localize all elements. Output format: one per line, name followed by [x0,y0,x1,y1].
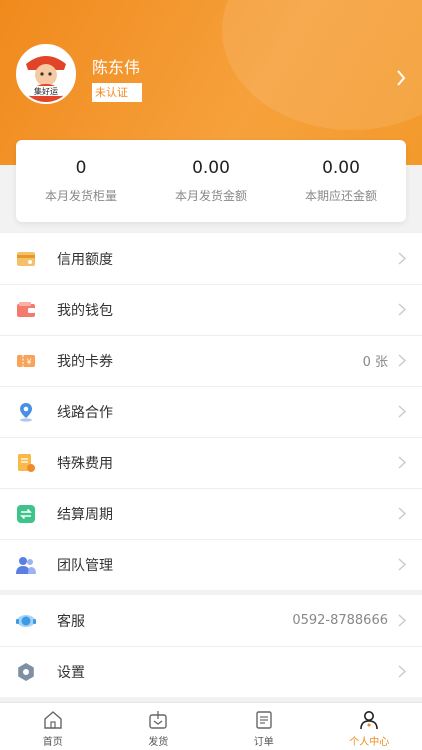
verification-badge: 未认证 [92,83,142,102]
stat-value: 0.00 [322,158,360,178]
tab-orders[interactable]: 订单 [211,703,317,750]
order-icon [256,711,272,729]
service-phone[interactable]: 0592-8788666 [292,613,388,628]
profile-icon [360,711,379,730]
menu-label: 特殊费用 [57,455,113,472]
svg-text:集好运: 集好运 [34,86,58,96]
stat-label: 本月发货金额 [174,189,247,203]
stat-monthly-amount[interactable]: 0.00 本月发货金额 [146,140,276,222]
tab-ship[interactable]: 发货 [106,703,212,750]
header-decoration [222,0,422,130]
svg-text:¥: ¥ [26,357,31,366]
mascot-logo-icon: 集好运 [18,46,74,102]
stat-label: 本月发货柜量 [44,189,117,203]
menu-item-special-fees[interactable]: 特殊费用 [0,437,422,488]
chevron-right-icon [398,665,406,678]
menu-item-credit[interactable]: 信用额度 [0,233,422,284]
menu-label: 我的钱包 [57,302,113,319]
chevron-right-icon [398,405,406,418]
fee-icon [18,453,35,472]
menu-label: 客服 [57,613,85,630]
stat-value: 0.00 [192,158,230,178]
stat-label: 本期应还金额 [304,189,377,203]
menu-label: 设置 [57,664,85,681]
menu-item-settlement-cycle[interactable]: 结算周期 [0,488,422,539]
menu-item-coupons[interactable]: ¥ 我的卡券 0 张 [0,335,422,386]
chevron-right-icon [398,558,406,571]
team-icon [16,556,36,574]
wallet-icon [17,301,35,317]
account-menu: 信用额度 我的钱包 ¥ 我的卡券 0 张 线路合作 特殊费用 结算周期 团队管理 [0,233,422,590]
menu-item-wallet[interactable]: 我的钱包 [0,284,422,335]
ship-icon [149,711,167,729]
tab-label: 发货 [148,737,169,748]
coupon-count: 0 张 [362,355,388,370]
service-icon [16,614,36,627]
chevron-right-icon [398,507,406,520]
menu-label: 结算周期 [57,506,113,523]
chevron-right-icon[interactable] [396,70,406,86]
menu-item-customer-service[interactable]: 客服 0592-8788666 [0,595,422,646]
route-icon [20,402,32,422]
credit-icon [17,251,35,266]
menu-item-route-cooperation[interactable]: 线路合作 [0,386,422,437]
stat-repayment-amount[interactable]: 0.00 本期应还金额 [276,140,406,222]
settings-icon [18,662,34,681]
chevron-right-icon [398,252,406,265]
chevron-right-icon [398,614,406,627]
stat-monthly-containers[interactable]: 0 本月发货柜量 [16,140,146,222]
support-menu: 客服 0592-8788666 设置 [0,595,422,697]
menu-label: 我的卡券 [57,353,113,370]
avatar[interactable]: 集好运 [16,44,76,104]
tab-profile[interactable]: 个人中心 [317,703,422,750]
username: 陈东伟 [92,58,141,77]
menu-item-settings[interactable]: 设置 [0,646,422,697]
tab-label: 订单 [253,737,274,748]
tab-label: 个人中心 [349,737,390,748]
menu-item-team-management[interactable]: 团队管理 [0,539,422,590]
stats-card: 0 本月发货柜量 0.00 本月发货金额 0.00 本期应还金额 [16,140,406,222]
chevron-right-icon [398,354,406,367]
tab-label: 首页 [42,737,63,748]
home-icon [44,711,62,729]
coupon-icon: ¥ [17,354,35,367]
stat-value: 0 [75,158,87,178]
tab-home[interactable]: 首页 [0,703,106,750]
menu-label: 线路合作 [57,404,113,421]
chevron-right-icon [398,303,406,316]
menu-label: 信用额度 [57,251,113,268]
chevron-right-icon [398,456,406,469]
settlement-icon [17,504,35,523]
menu-label: 团队管理 [57,557,113,574]
bottom-tab-bar: 首页 发货 订单 个人中心 [0,702,422,750]
